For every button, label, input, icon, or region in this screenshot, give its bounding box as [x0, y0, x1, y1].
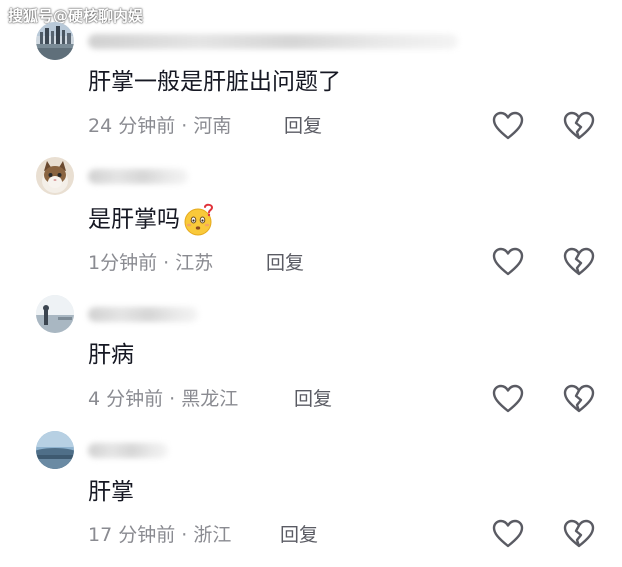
comment-meta: 24 分钟前 · 河南 — [88, 114, 231, 138]
reply-button[interactable]: 回复 — [280, 523, 318, 547]
meta-separator: · — [175, 524, 194, 546]
comment-time: 24 分钟前 — [88, 115, 176, 137]
comment-location: 江苏 — [175, 252, 214, 274]
broken-heart-outline-icon[interactable] — [563, 519, 595, 549]
broken-heart-outline-icon[interactable] — [563, 384, 595, 414]
username-blurred[interactable] — [88, 443, 168, 458]
comment-location: 河南 — [193, 115, 232, 137]
broken-heart-outline-icon[interactable] — [563, 111, 595, 141]
face-with-question-icon — [184, 203, 214, 236]
meta-separator: · — [163, 388, 182, 410]
comment-item: 是肝掌吗 1分钟前 · 江苏 回复 — [0, 157, 622, 293]
meta-separator: · — [175, 115, 194, 137]
comment-location: 浙江 — [193, 524, 232, 546]
comment-text: 肝病 — [88, 342, 134, 368]
avatar[interactable] — [36, 157, 74, 195]
heart-outline-icon[interactable] — [492, 384, 524, 414]
heart-outline-icon[interactable] — [492, 519, 524, 549]
comment-time: 4 分钟前 — [88, 388, 164, 410]
heart-outline-icon[interactable] — [492, 111, 524, 141]
comment-item: 肝病 4 分钟前 · 黑龙江 回复 — [0, 295, 622, 431]
comment-meta: 17 分钟前 · 浙江 — [88, 523, 231, 547]
comment-text: 肝掌一般是肝脏出问题了 — [88, 69, 341, 95]
avatar[interactable] — [36, 295, 74, 333]
comment-text: 是肝掌吗 — [88, 203, 216, 237]
comment-text: 肝掌 — [88, 479, 134, 505]
reply-button[interactable]: 回复 — [294, 387, 332, 411]
reply-button[interactable]: 回复 — [284, 114, 322, 138]
heart-outline-icon[interactable] — [492, 247, 524, 277]
avatar[interactable] — [36, 431, 74, 469]
comment-meta: 4 分钟前 · 黑龙江 — [88, 387, 238, 411]
comment-time: 17 分钟前 — [88, 524, 176, 546]
broken-heart-outline-icon[interactable] — [563, 247, 595, 277]
comment-time: 1分钟前 — [88, 252, 158, 274]
username-blurred[interactable] — [88, 34, 458, 49]
comment-item: 肝掌一般是肝脏出问题了 24 分钟前 · 河南 回复 — [0, 22, 622, 158]
comment-location: 黑龙江 — [181, 388, 239, 410]
comment-meta: 1分钟前 · 江苏 — [88, 251, 213, 275]
username-blurred[interactable] — [88, 307, 198, 322]
username-blurred[interactable] — [88, 169, 188, 184]
avatar[interactable] — [36, 22, 74, 60]
meta-separator: · — [157, 252, 176, 274]
reply-button[interactable]: 回复 — [266, 251, 304, 275]
comment-text-content: 是肝掌吗 — [88, 206, 180, 233]
comment-item: 肝掌 17 分钟前 · 浙江 回复 — [0, 431, 622, 567]
